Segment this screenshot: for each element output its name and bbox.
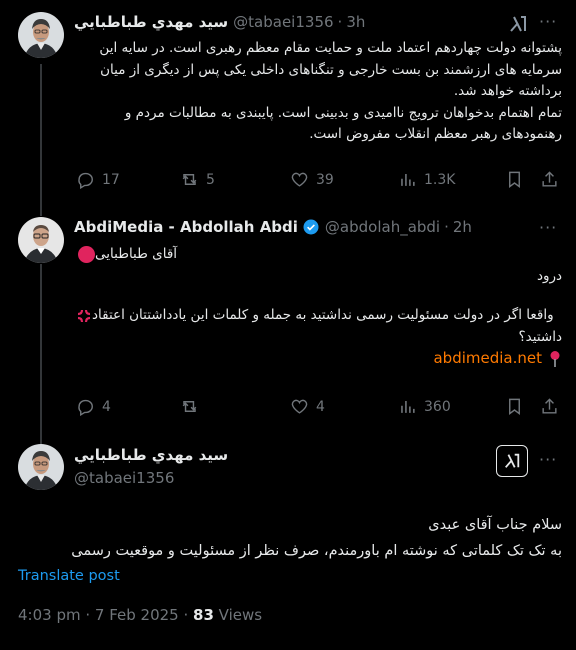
red-circle-icon bbox=[78, 246, 95, 264]
text-line: به تک تک کلماتی که نوشته ام باورمندم، صر… bbox=[71, 543, 562, 559]
reply-count: 4 bbox=[102, 398, 111, 415]
tweet-text: پشتوانه دولت چهاردهم اعتماد ملت و حمایت … bbox=[72, 38, 562, 146]
reply-button[interactable]: 17 bbox=[76, 170, 120, 189]
more-options-icon[interactable]: ··· bbox=[539, 218, 557, 237]
repost-count: 5 bbox=[206, 171, 215, 188]
handle[interactable]: @tabaei1356 bbox=[74, 469, 174, 487]
separator: · bbox=[337, 13, 343, 31]
views-count: 83 bbox=[193, 606, 214, 624]
text-line: سرمایه های ارزشمند بن بست خارجی و تنگناه… bbox=[100, 61, 562, 78]
repost-icon bbox=[182, 174, 197, 185]
text-line: سلام جناب آقای عبدی bbox=[428, 517, 562, 533]
share-button[interactable] bbox=[540, 397, 559, 416]
more-options-icon[interactable]: ··· bbox=[539, 12, 557, 31]
like-button[interactable]: 39 bbox=[290, 170, 334, 189]
heart-icon bbox=[291, 399, 308, 414]
main-tweet-text: سلام جناب آقای عبدی به تک تک کلماتی که ن… bbox=[18, 512, 562, 564]
avatar[interactable] bbox=[18, 217, 64, 263]
post-timestamp: 4:03 pm · 7 Feb 2025 · 83 Views bbox=[18, 606, 262, 624]
tweet-header: سيد مهدي طباطبايي @tabaei1356 · 3h bbox=[74, 13, 365, 31]
handle[interactable]: @abdolah_abdi bbox=[325, 218, 440, 236]
views-button[interactable]: 1.3K bbox=[398, 170, 455, 189]
tweet-text: آقای طباطبایی درود واقعا اگر در دولت مسئ… bbox=[72, 244, 562, 370]
reply-icon bbox=[78, 399, 93, 416]
verified-badge-icon bbox=[302, 218, 320, 236]
avatar[interactable] bbox=[18, 444, 64, 490]
link-row: abdimedia.net bbox=[72, 348, 562, 370]
text-line: آقای طباطبایی bbox=[95, 246, 178, 262]
text-line-row: واقعا اگر در دولت مسئولیت رسمی نداشتید ب… bbox=[72, 305, 562, 327]
share-icon bbox=[542, 398, 557, 414]
timestamp-date[interactable]: 4:03 pm · 7 Feb 2025 · bbox=[18, 606, 193, 624]
repost-button[interactable] bbox=[180, 397, 206, 416]
views-icon bbox=[401, 400, 415, 413]
share-icon bbox=[542, 171, 557, 187]
avatar[interactable] bbox=[18, 12, 64, 58]
like-count: 39 bbox=[316, 171, 334, 188]
pin-icon bbox=[548, 350, 562, 368]
grok-icon[interactable] bbox=[508, 14, 528, 34]
views-count: 1.3K bbox=[424, 171, 456, 188]
text-line: درود bbox=[536, 267, 562, 284]
tweet-actions: 4 4 360 bbox=[72, 397, 560, 421]
bookmark-button[interactable] bbox=[505, 397, 524, 416]
text-line: تمام اهتمام بدخواهان ترویج ناامیدی و بدب… bbox=[124, 104, 562, 121]
anger-symbol-icon bbox=[76, 308, 92, 324]
timestamp[interactable]: 3h bbox=[346, 13, 365, 31]
text-line-row: آقای طباطبایی bbox=[72, 244, 562, 266]
bookmark-button[interactable] bbox=[505, 170, 524, 189]
repost-button[interactable]: 5 bbox=[180, 170, 215, 189]
text-line: برداشته خواهد شد. bbox=[453, 83, 562, 99]
display-name[interactable]: سيد مهدي طباطبايي bbox=[74, 13, 228, 31]
reply-count: 17 bbox=[102, 171, 120, 188]
views-icon bbox=[401, 173, 415, 186]
display-name[interactable]: AbdiMedia - Abdollah Abdi bbox=[74, 218, 298, 236]
display-name[interactable]: سيد مهدي طباطبايي bbox=[74, 446, 228, 464]
separator: · bbox=[444, 218, 449, 236]
tweet-header: AbdiMedia - Abdollah Abdi @abdolah_abdi … bbox=[74, 218, 472, 236]
reply-button[interactable]: 4 bbox=[76, 397, 111, 416]
more-options-icon[interactable]: ··· bbox=[539, 450, 557, 469]
text-line: رهنمودهای رهبر معظم انقلاب مفروض است. bbox=[309, 126, 562, 142]
reply-icon bbox=[78, 172, 93, 189]
timestamp[interactable]: 2h bbox=[453, 218, 472, 236]
like-count: 4 bbox=[316, 398, 325, 415]
thread-line bbox=[40, 64, 42, 216]
thread-line bbox=[40, 264, 42, 444]
repost-icon bbox=[182, 401, 197, 412]
main-tweet-header: سيد مهدي طباطبايي @tabaei1356 bbox=[74, 446, 228, 487]
like-button[interactable]: 4 bbox=[290, 397, 325, 416]
text-line: واقعا اگر در دولت مسئولیت رسمی نداشتید ب… bbox=[92, 307, 554, 323]
bookmark-icon bbox=[509, 171, 520, 189]
text-line: داشتید؟ bbox=[518, 328, 562, 345]
translate-post-link[interactable]: Translate post bbox=[18, 568, 120, 584]
handle[interactable]: @tabaei1356 bbox=[233, 13, 333, 31]
grok-icon bbox=[505, 453, 520, 468]
views-button[interactable]: 360 bbox=[398, 397, 451, 416]
text-line: پشتوانه دولت چهاردهم اعتماد ملت و حمایت … bbox=[99, 40, 562, 56]
bookmark-icon bbox=[509, 398, 520, 416]
heart-icon bbox=[291, 172, 308, 187]
link[interactable]: abdimedia.net bbox=[433, 348, 542, 370]
views-label: Views bbox=[213, 606, 263, 624]
views-count: 360 bbox=[424, 398, 451, 415]
tweet-actions: 17 5 39 1.3K bbox=[72, 170, 560, 194]
share-button[interactable] bbox=[540, 170, 559, 189]
grok-button[interactable] bbox=[496, 445, 528, 477]
